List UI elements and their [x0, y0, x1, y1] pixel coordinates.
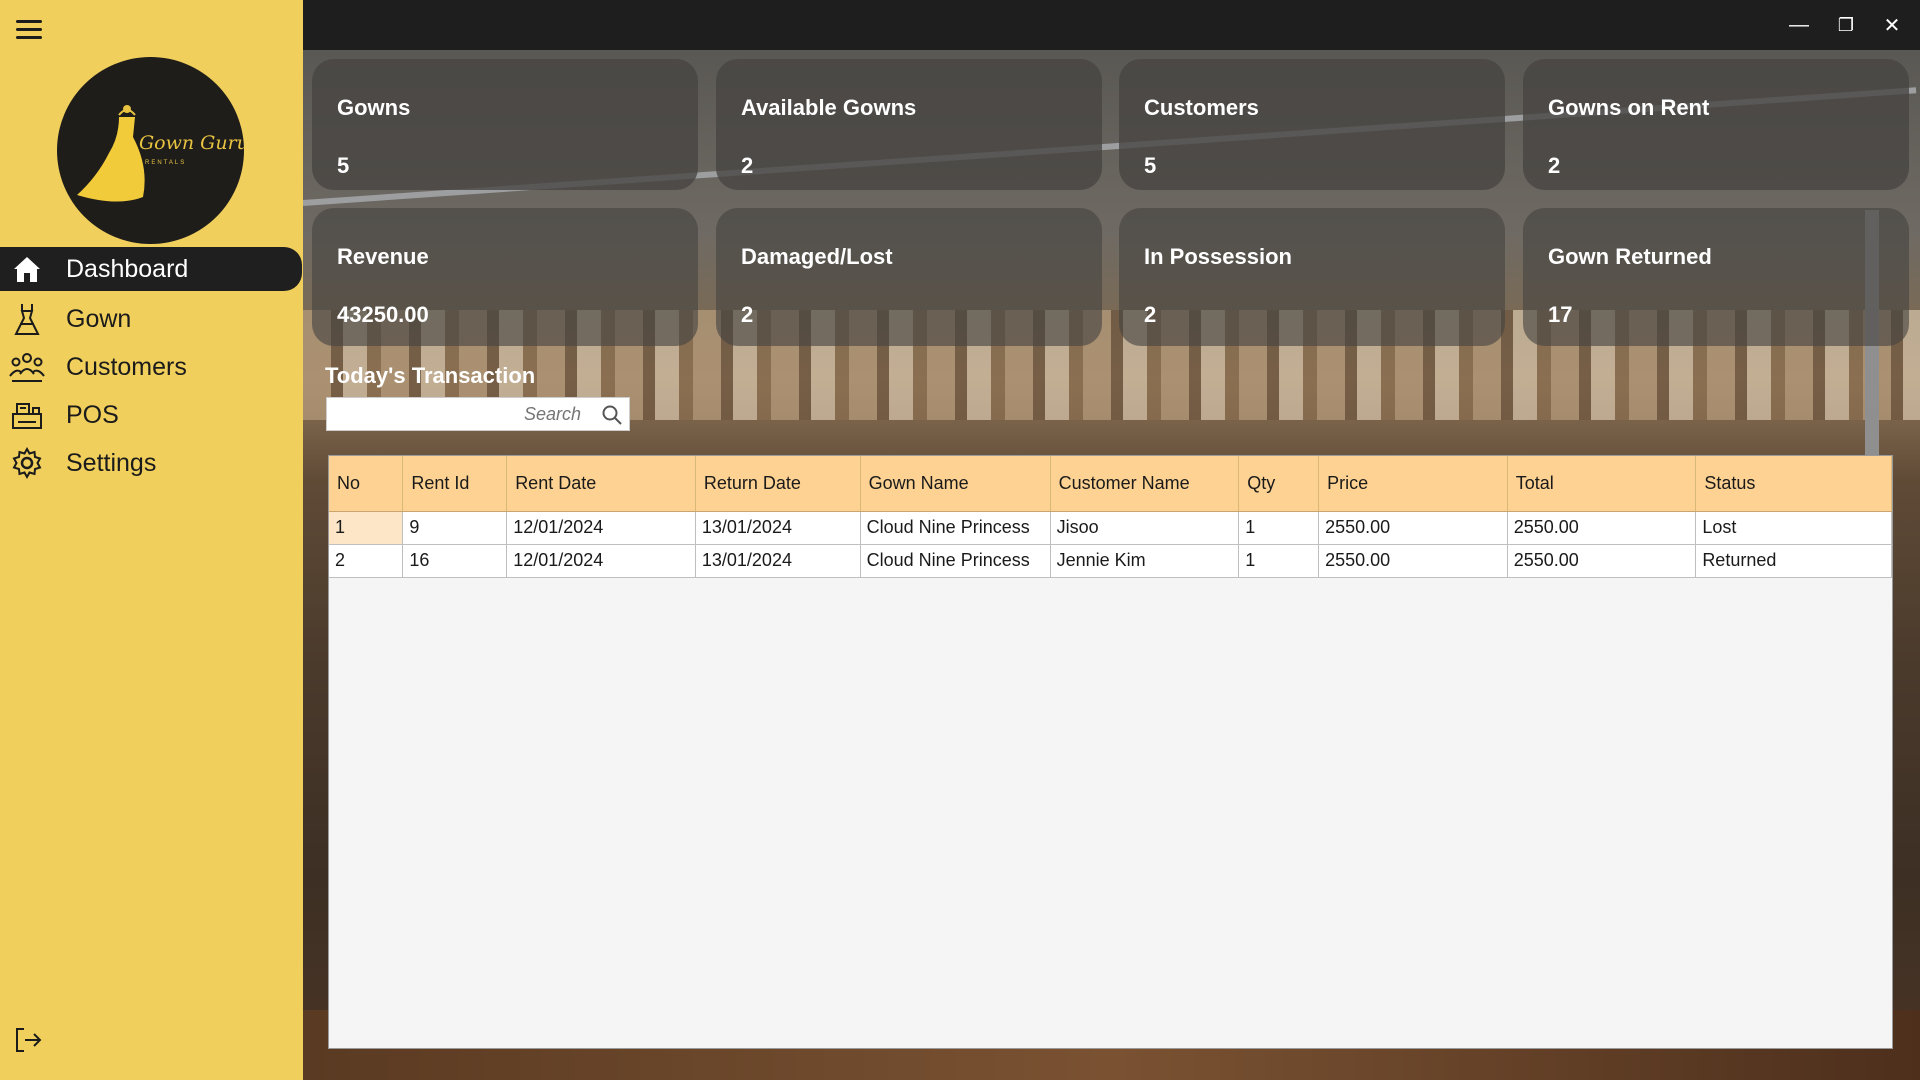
hamburger-menu-icon[interactable] — [16, 20, 42, 42]
table-row[interactable]: 2 16 12/01/2024 13/01/2024 Cloud Nine Pr… — [329, 544, 1892, 578]
table-cell[interactable]: 13/01/2024 — [695, 544, 861, 578]
sidebar-item-customers[interactable]: Customers — [0, 343, 303, 391]
table-cell[interactable]: 2 — [329, 544, 404, 578]
column-header[interactable]: Price — [1318, 456, 1508, 512]
stat-label: Gowns — [337, 95, 411, 120]
sidebar-item-gown[interactable]: Gown — [0, 295, 303, 343]
column-header[interactable]: Status — [1695, 456, 1892, 512]
table-cell[interactable]: Jennie Kim — [1050, 544, 1240, 578]
table-cell[interactable]: 1 — [1238, 544, 1320, 578]
gear-icon — [8, 444, 46, 482]
stat-value: 2 — [1548, 153, 1561, 178]
window-titlebar: — ❐ ✕ — [303, 0, 1920, 50]
stat-card-damaged-lost: Damaged/Lost 2 — [716, 208, 1102, 346]
sidebar-item-settings[interactable]: Settings — [0, 439, 303, 487]
logo-title: Gown Guru — [139, 132, 244, 154]
table-cell[interactable]: 12/01/2024 — [506, 544, 696, 578]
table-cell[interactable]: Returned — [1695, 544, 1892, 578]
gown-icon — [8, 300, 46, 338]
search-icon[interactable] — [601, 404, 623, 426]
stat-value: 43250.00 — [337, 302, 429, 327]
column-header[interactable]: Rent Date — [506, 456, 696, 512]
sidebar-item-pos[interactable]: POS — [0, 391, 303, 439]
table-cell[interactable]: 12/01/2024 — [506, 511, 696, 545]
table-cell[interactable]: 1 — [329, 511, 404, 545]
table-cell[interactable]: 9 — [402, 511, 508, 545]
table-header-row: No Rent Id Rent Date Return Date Gown Na… — [329, 456, 1892, 512]
table-cell[interactable]: Jisoo — [1050, 511, 1240, 545]
search-box — [326, 397, 630, 431]
sidebar-item-label: POS — [66, 400, 119, 429]
stat-card-gowns: Gowns 5 — [312, 59, 698, 190]
column-header[interactable]: Gown Name — [860, 456, 1051, 512]
transactions-title: Today's Transaction — [325, 363, 536, 388]
table-cell[interactable]: Cloud Nine Princess — [860, 511, 1051, 545]
column-header[interactable]: Total — [1507, 456, 1697, 512]
minimize-button[interactable]: — — [1784, 10, 1814, 40]
table-cell[interactable]: 16 — [402, 544, 508, 578]
stat-card-available-gowns: Available Gowns 2 — [716, 59, 1102, 190]
sidebar-item-label: Dashboard — [66, 254, 189, 283]
pos-icon — [8, 396, 46, 434]
stat-label: Gown Returned — [1548, 244, 1712, 269]
stat-value: 2 — [741, 302, 754, 327]
stat-label: Gowns on Rent — [1548, 95, 1710, 120]
stat-label: Customers — [1144, 95, 1259, 120]
sidebar: Gown Guru RENTALS Dashboard Gown Custome… — [0, 0, 303, 1080]
sidebar-item-label: Gown — [66, 304, 132, 333]
table-cell[interactable]: 2550.00 — [1507, 544, 1697, 578]
sidebar-item-label: Settings — [66, 448, 157, 477]
home-icon — [8, 250, 46, 288]
sidebar-item-dashboard[interactable]: Dashboard — [0, 247, 302, 291]
customers-icon — [8, 348, 46, 386]
column-header[interactable]: Return Date — [695, 456, 861, 512]
sidebar-nav: Dashboard Gown Customers POS Settings — [0, 247, 303, 487]
stat-label: Revenue — [337, 244, 429, 269]
column-header[interactable]: No — [329, 456, 404, 512]
app-logo: Gown Guru RENTALS — [57, 57, 244, 244]
table-cell[interactable]: Lost — [1695, 511, 1892, 545]
table-cell[interactable]: Cloud Nine Princess — [860, 544, 1051, 578]
stat-value: 2 — [741, 153, 754, 178]
column-header[interactable]: Qty — [1238, 456, 1320, 512]
stat-card-gowns-on-rent: Gowns on Rent 2 — [1523, 59, 1909, 190]
stat-card-gown-returned: Gown Returned 17 — [1523, 208, 1909, 346]
stat-label: In Possession — [1144, 244, 1292, 269]
table-cell[interactable]: 2550.00 — [1318, 511, 1508, 545]
table-cell[interactable]: 2550.00 — [1507, 511, 1697, 545]
sidebar-item-label: Customers — [66, 352, 187, 381]
stat-card-revenue: Revenue 43250.00 — [312, 208, 698, 346]
column-header[interactable]: Customer Name — [1050, 456, 1240, 512]
close-button[interactable]: ✕ — [1877, 10, 1907, 40]
transactions-table: No Rent Id Rent Date Return Date Gown Na… — [328, 455, 1893, 1049]
stat-label: Available Gowns — [741, 95, 917, 120]
stat-card-in-possession: In Possession 2 — [1119, 208, 1505, 346]
stat-card-customers: Customers 5 — [1119, 59, 1505, 190]
logo-subtitle: RENTALS — [145, 160, 187, 166]
stat-value: 17 — [1548, 302, 1573, 327]
table-cell[interactable]: 13/01/2024 — [695, 511, 861, 545]
stat-value: 5 — [337, 153, 350, 178]
restore-button[interactable]: ❐ — [1831, 10, 1861, 40]
stat-value: 2 — [1144, 302, 1157, 327]
table-cell[interactable]: 1 — [1238, 511, 1320, 545]
column-header[interactable]: Rent Id — [402, 456, 508, 512]
stat-value: 5 — [1144, 153, 1157, 178]
table-cell[interactable]: 2550.00 — [1318, 544, 1508, 578]
logout-icon[interactable] — [12, 1024, 44, 1056]
search-input[interactable] — [327, 398, 587, 430]
stat-label: Damaged/Lost — [741, 244, 893, 269]
table-row[interactable]: 1 9 12/01/2024 13/01/2024 Cloud Nine Pri… — [329, 511, 1892, 545]
